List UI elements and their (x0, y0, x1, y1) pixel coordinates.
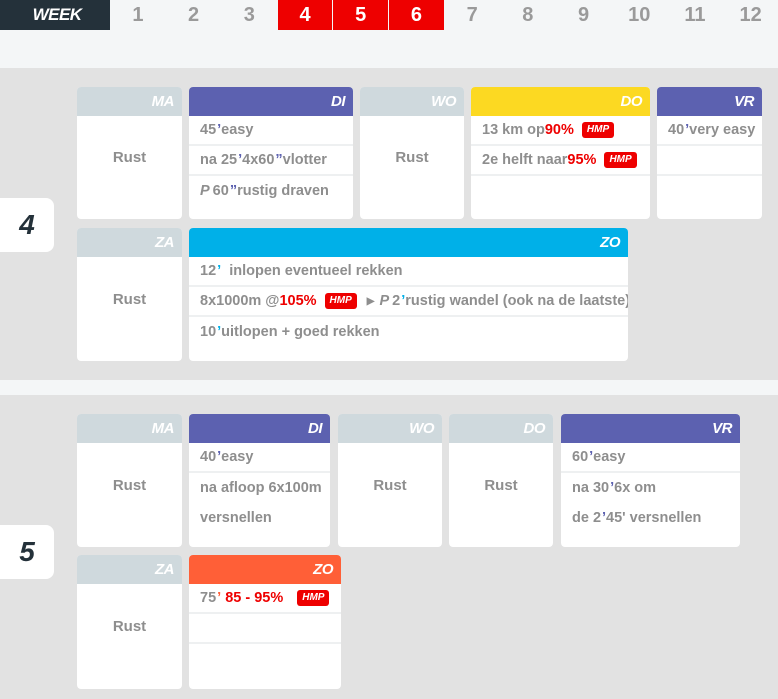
week-tab-11[interactable]: 11 (667, 0, 723, 30)
week-label: WEEK (0, 0, 110, 30)
spacer-band (0, 30, 778, 68)
week-number: 5 (0, 525, 54, 579)
arrow-right-icon: ▶ (366, 295, 375, 307)
rest-text: Rust (112, 476, 147, 494)
rest-text: Rust (395, 149, 429, 166)
workout-line: de 2’ 45' versnellen (572, 510, 702, 526)
workout-line (189, 614, 341, 644)
rest-text: Rust (112, 290, 147, 308)
day-label: VR (561, 414, 740, 443)
day-card-wo: WO Rust (338, 414, 442, 547)
workout-line: 75’ 85 - 95% HMP (189, 584, 341, 614)
workout-line: na 30’ 6x om (572, 480, 657, 496)
day-card-za: ZA Rust (77, 555, 182, 689)
workout-line: na 25’ 4x60” vlotter (189, 146, 353, 176)
day-card-ma: MA Rust (77, 414, 182, 547)
rest-text: Rust (484, 476, 518, 494)
week-nav: WEEK 1 2 3 4 5 6 7 8 9 10 11 12 (0, 0, 778, 30)
rest-text: Rust (112, 149, 147, 166)
week-tab-4[interactable]: 4 (277, 0, 333, 30)
day-card-zo: ZO 75’ 85 - 95% HMP (189, 555, 341, 689)
day-label: WO (338, 414, 442, 443)
rest-text: Rust (373, 476, 407, 494)
week-tab-7[interactable]: 7 (444, 0, 500, 30)
hmp-badge: HMP (581, 122, 615, 138)
day-label: DI (189, 87, 353, 116)
day-card-wo: WO Rust (360, 87, 464, 219)
day-card-di: DI 40’ easy na afloop 6x100m versnellen (189, 414, 330, 547)
week-tab-12[interactable]: 12 (723, 0, 778, 30)
week-tab-6[interactable]: 6 (389, 0, 444, 30)
workout-line: P 60” rustig draven (200, 183, 329, 199)
rest-text: Rust (112, 618, 147, 635)
workout-line: 10’ uitlopen + goed rekken (200, 324, 380, 340)
workout-line: 40’ very easy (657, 116, 762, 146)
minute-mark: ” (275, 152, 283, 168)
workout-line (657, 146, 762, 176)
week-tab-10[interactable]: 10 (611, 0, 667, 30)
hmp-badge: HMP (324, 293, 357, 309)
day-label: DI (189, 414, 330, 443)
spacer-band (0, 380, 778, 395)
day-card-do: DO 13 km op 90% HMP 2e helft naar 95% HMP (471, 87, 650, 219)
week-tab-8[interactable]: 8 (500, 0, 556, 30)
week-5-section: 5 MA Rust DI 40’ easy na afloop 6x100m v… (0, 395, 778, 699)
day-card-za: ZA Rust (77, 228, 182, 361)
day-card-di: DI 45’ easy na 25’ 4x60” vlotter P 60” r… (189, 87, 353, 219)
week-tab-3[interactable]: 3 (221, 0, 277, 30)
day-label: MA (77, 87, 182, 116)
workout-line: 40’ easy (189, 443, 330, 473)
day-label: DO (449, 414, 553, 443)
day-card-do: DO Rust (449, 414, 553, 547)
day-label: DO (471, 87, 650, 116)
day-label: WO (360, 87, 464, 116)
workout-line: 45’ easy (189, 116, 353, 146)
day-card-vr: VR 60’ easy na 30’ 6x om de 2’ 45' versn… (561, 414, 740, 547)
week-tab-5[interactable]: 5 (333, 0, 389, 30)
pause-icon: P (200, 183, 210, 199)
day-label: MA (77, 414, 182, 443)
day-label: ZO (189, 228, 628, 257)
day-card-vr: VR 40’ very easy (657, 87, 762, 219)
workout-line: 12’ inlopen eventueel rekken (189, 257, 628, 287)
workout-line: 8x1000m @105% HMP ▶ P 2’ rustig wandel (ook… (189, 287, 628, 317)
week-tab-2[interactable]: 2 (166, 0, 221, 30)
workout-line: 2e helft naar 95% HMP (471, 146, 650, 176)
minute-mark: ” (229, 183, 238, 199)
week-4-section: 4 MA Rust DI 45’ easy na 25’ 4x60” vlott… (0, 68, 778, 380)
week-tab-1[interactable]: 1 (110, 0, 166, 30)
hmp-badge: HMP (604, 152, 637, 168)
day-label: VR (657, 87, 762, 116)
day-card-zo: ZO 12’ inlopen eventueel rekken 8x1000m … (189, 228, 628, 361)
week-tab-9[interactable]: 9 (556, 0, 611, 30)
day-label: ZA (77, 555, 182, 584)
week-number: 4 (0, 198, 54, 252)
hmp-badge: HMP (297, 590, 330, 606)
day-label: ZO (189, 555, 341, 584)
pause-icon: P (379, 293, 390, 309)
workout-line: versnellen (200, 510, 272, 526)
day-card-ma: MA Rust (77, 87, 182, 219)
workout-line: na afloop 6x100m (200, 480, 322, 496)
workout-line: 60’ easy (561, 443, 740, 473)
day-label: ZA (77, 228, 182, 257)
workout-line: 13 km op 90% HMP (471, 116, 650, 146)
